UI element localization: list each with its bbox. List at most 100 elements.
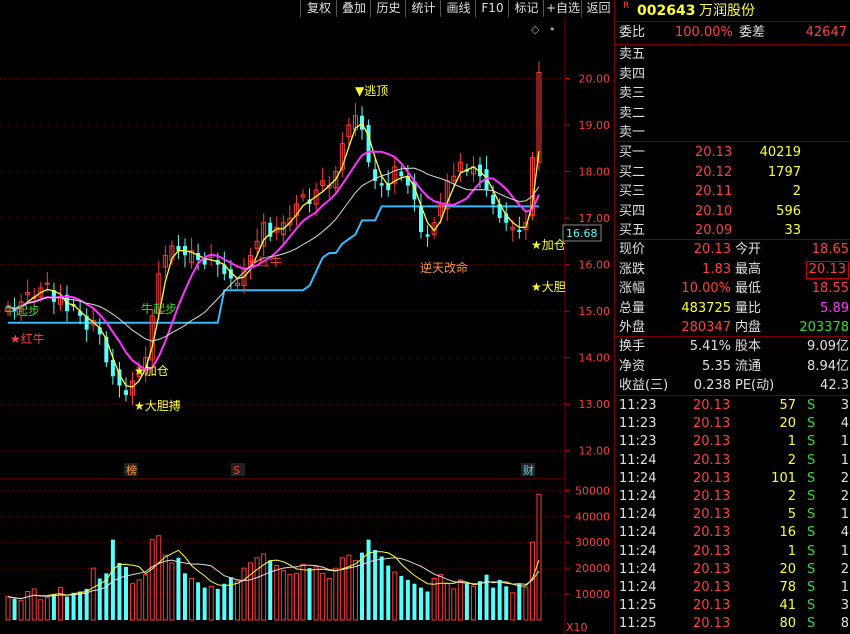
- stat-value-2: 18.65: [811, 242, 849, 257]
- volume-bar: [110, 539, 115, 620]
- bid-level-volume: 40219: [759, 145, 801, 160]
- annotations: ▼逃顶★加仓★加仓★大胆搏★大胆逆天改命★红牛★红牛牛起步 牛起步榜 S 财◇ •: [4, 23, 566, 477]
- toolbar-btn-3[interactable]: 统计: [405, 0, 441, 17]
- tick-volume: 5: [787, 507, 796, 523]
- tick-time: 11:24: [619, 489, 657, 504]
- vol-ma-long-line: [7, 557, 540, 600]
- volume-bar: [438, 574, 444, 621]
- volume-bar: [268, 560, 273, 620]
- marker-cai: 财: [523, 463, 534, 477]
- annotation-cow_2: 牛起步: [141, 301, 177, 316]
- volume-bar: [44, 597, 50, 621]
- toolbar-btn-2[interactable]: 历史: [370, 0, 406, 17]
- tick-count: 2: [840, 561, 849, 577]
- stat-value-1: 280347: [681, 320, 731, 335]
- volume-bar: [25, 590, 31, 621]
- candle-body: [425, 234, 430, 237]
- toolbar-btn-0[interactable]: 复权: [300, 0, 337, 17]
- tick-price: 20.13: [693, 489, 731, 504]
- volume-bar: [90, 567, 96, 621]
- stat-value-2: 18.55: [811, 281, 849, 296]
- tick-price: 20.13: [693, 470, 731, 486]
- fund-value-1: 5.35: [702, 358, 731, 374]
- stat-label-1: 外盘: [619, 320, 646, 335]
- volume-bar: [228, 577, 233, 620]
- volume-bar: [399, 575, 404, 620]
- price-tick-label: 18.00: [579, 166, 611, 179]
- candle-body: [44, 282, 50, 285]
- annotation-add_pos_2: ★加仓: [531, 238, 566, 252]
- toolbar-btn-4[interactable]: 画线: [440, 0, 476, 17]
- candle-body: [491, 194, 496, 205]
- tick-direction: S: [807, 416, 816, 432]
- volume-bar: [497, 579, 502, 620]
- tick-count: 1: [840, 543, 849, 559]
- stat-value-1: 20.13: [693, 242, 731, 257]
- toolbar-btn-8[interactable]: 返回: [581, 0, 615, 17]
- volume-bar: [300, 563, 306, 621]
- annotation-red_1: ★红牛: [10, 331, 45, 346]
- volume-bar: [117, 562, 122, 620]
- tick-count: 1: [840, 507, 849, 523]
- weicha-value: 42647: [805, 25, 847, 40]
- volume-bar: [379, 556, 384, 620]
- toolbar: 复权 叠加 历史 统计 画线 F10 标记 +自选 返回: [0, 0, 614, 18]
- candle-body: [379, 183, 384, 186]
- annotation-cow_1: 牛起步: [4, 303, 40, 318]
- volume-bar: [208, 585, 214, 621]
- volume-bar: [457, 579, 463, 621]
- volume-tick-label: 50000: [575, 484, 610, 497]
- price-tick-label: 16.00: [579, 259, 611, 272]
- volume-bar: [254, 557, 260, 621]
- volume-bar: [196, 582, 201, 620]
- volume-bar: [38, 599, 44, 621]
- tick-volume: 20: [779, 416, 796, 432]
- volume-bar: [419, 587, 423, 620]
- volume-bar: [287, 574, 293, 621]
- volume-axis: 50000 40000 30000 20000 10000 X10: [565, 484, 610, 634]
- toolbar-btn-1[interactable]: 叠加: [336, 0, 371, 17]
- tick-volume: 16: [779, 525, 796, 541]
- volume-bar: [360, 552, 364, 620]
- bid-level-label: 买一: [619, 145, 646, 160]
- fund-value-2: 42.3: [820, 378, 849, 393]
- toolbar-btn-6[interactable]: 标记: [508, 0, 544, 17]
- tick-time: 11:24: [619, 452, 657, 468]
- candle-body: [176, 246, 181, 251]
- tick-time: 11:24: [619, 543, 657, 559]
- bid-level-price: 20.12: [695, 164, 733, 180]
- annotation-escape_top: ▼逃顶: [355, 84, 388, 98]
- tick-time: 11:25: [619, 598, 657, 614]
- volume-bar: [149, 539, 155, 621]
- stat-label-2: 最低: [735, 281, 762, 296]
- volume-bar: [326, 578, 332, 621]
- tick-volume: 78: [779, 580, 796, 595]
- volume-bar: [57, 587, 63, 621]
- volume-bar: [248, 562, 254, 621]
- volume-bar: [517, 583, 522, 620]
- toolbar-btn-7[interactable]: +自选: [543, 0, 582, 17]
- price-tick-label: 17.00: [579, 212, 611, 225]
- tick-volume: 2: [787, 489, 796, 504]
- volume-bar: [470, 585, 476, 621]
- ask-level-label: 卖三: [619, 86, 646, 101]
- tick-volume: 80: [779, 616, 796, 632]
- tick-volume: 57: [779, 398, 796, 413]
- tick-count: 2: [840, 489, 849, 504]
- tick-direction: S: [807, 580, 816, 595]
- tick-volume: 20: [779, 561, 796, 577]
- tick-price: 20.13: [693, 416, 731, 432]
- stat-value-2: 203378: [799, 320, 849, 335]
- price-tick-label: 13.00: [579, 398, 611, 411]
- price-tick-label: 12.00: [579, 445, 611, 458]
- bid-level-price: 20.10: [695, 203, 733, 219]
- kline-chart[interactable]: 20.00 19.00 18.00 17.00 16.00 15.00 14.00 13.00…: [0, 0, 614, 634]
- stat-label-2: 内盘: [735, 320, 762, 335]
- volume-bars: [5, 493, 542, 621]
- toolbar-btn-5[interactable]: F10: [475, 0, 509, 17]
- volume-bar: [464, 583, 469, 620]
- stat-label-1: 现价: [619, 242, 646, 257]
- stat-label-1: 涨跌: [619, 261, 646, 277]
- tick-count: 2: [840, 470, 849, 486]
- volume-bar: [523, 587, 529, 621]
